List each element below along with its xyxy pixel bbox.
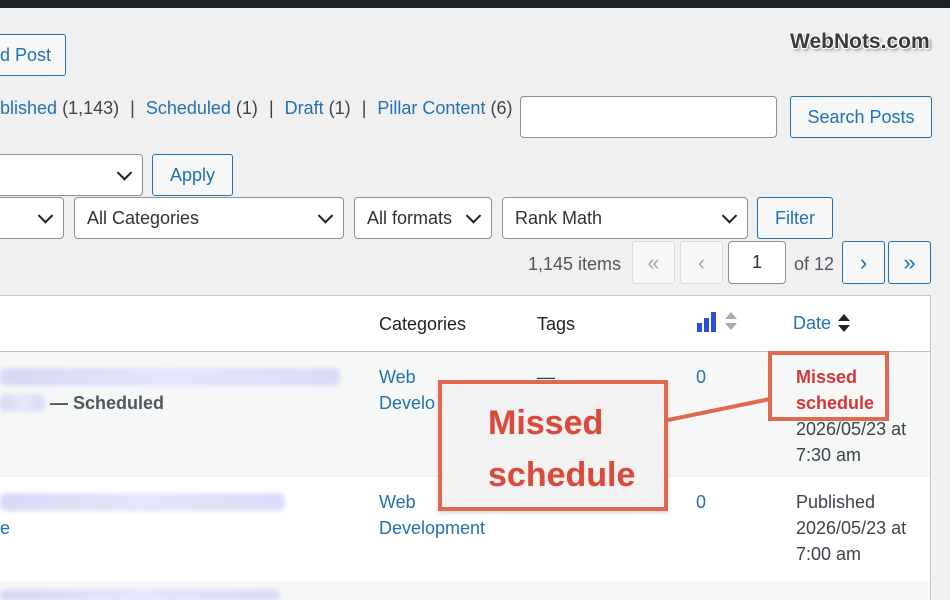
chevron-down-icon [37,208,54,224]
table-header: Categories Tags Date [0,296,930,352]
apply-button[interactable]: Apply [152,154,233,196]
seo-score-column-header[interactable] [696,310,738,332]
blurred-title [0,368,340,386]
table-row [0,581,930,600]
next-page-button[interactable]: › [842,241,885,284]
published-status: Published [796,492,876,512]
sort-icon [838,314,851,332]
post-time: 7:00 am [796,544,862,564]
add-new-post-label: d Post [0,44,51,65]
post-status-filters: blished (1,143) | Scheduled (1) | Draft … [0,98,512,119]
chevron-down-icon [116,165,133,181]
filter-scheduled-count: (1) [235,98,258,118]
blurred-title [0,394,45,412]
filter-scheduled-link[interactable]: Scheduled [146,98,231,118]
post-state-label: — Scheduled [50,393,165,413]
search-posts-button[interactable]: Search Posts [790,96,932,138]
seo-score-value[interactable]: 0 [696,364,706,390]
highlight-box [768,351,889,421]
sort-icon [725,312,737,330]
blurred-title [0,589,280,600]
add-new-post-button[interactable]: d Post [0,34,66,76]
seo-filter-select[interactable]: Rank Math [502,197,748,239]
admin-top-bar [0,0,950,8]
post-date: 2026/05/23 at [796,518,907,538]
separator: | [361,98,367,118]
post-time: 7:30 am [796,445,862,465]
missed-schedule-callout: Missed schedule [438,380,668,511]
separator: | [130,98,135,118]
tags-column-header: Tags [537,314,576,334]
total-pages: of 12 [794,254,835,274]
search-posts-input[interactable] [520,96,777,138]
filter-pillar-count: (6) [490,98,513,118]
filter-published-count: (1,143) [62,98,120,118]
post-title-link[interactable]: e [0,515,10,541]
category-link[interactable]: Web [379,364,416,390]
separator: | [268,98,274,118]
blurred-title [0,493,285,511]
filter-pillar-link[interactable]: Pillar Content [377,98,485,118]
chevron-down-icon [721,208,738,224]
chevron-down-icon [317,208,334,224]
first-page-button[interactable]: « [632,241,675,284]
filter-draft-link[interactable]: Draft [285,98,324,118]
category-filter-select[interactable]: All Categories [74,197,344,239]
category-link[interactable]: Develo [379,390,435,416]
chevron-down-icon [465,208,482,224]
current-page-input[interactable] [728,241,786,284]
seo-score-value[interactable]: 0 [696,489,706,515]
watermark-logo: WebNots.com [790,30,930,53]
filter-draft-count: (1) [328,98,351,118]
date-column-header[interactable]: Date [793,312,851,334]
previous-page-button[interactable]: ‹ [680,241,723,284]
bulk-actions-select[interactable] [0,154,143,196]
category-link[interactable]: Development [379,515,485,541]
last-page-button[interactable]: » [888,241,931,284]
items-count: 1,145 items [528,254,622,274]
filter-published-link[interactable]: blished [0,98,57,118]
categories-column-header: Categories [379,314,467,334]
category-link[interactable]: Web [379,489,416,515]
format-filter-select[interactable]: All formats [354,197,492,239]
bar-chart-icon [697,312,716,332]
filter-button[interactable]: Filter [757,197,833,239]
date-filter-select[interactable] [0,197,64,239]
